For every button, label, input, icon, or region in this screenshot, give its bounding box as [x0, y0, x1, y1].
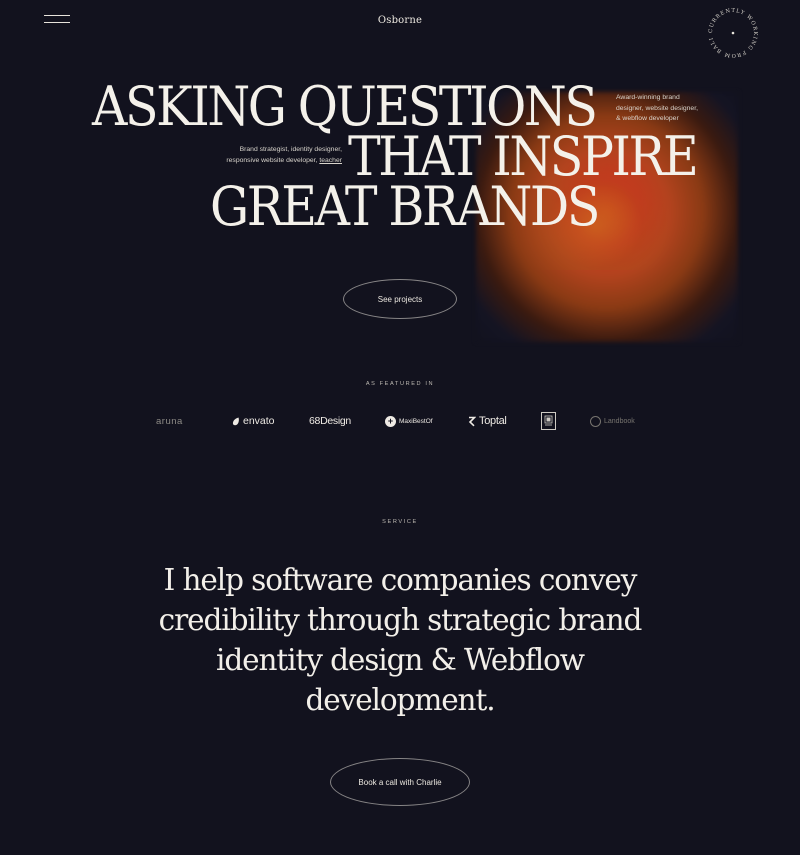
plus-icon: +	[385, 415, 396, 427]
hero-note-right-line: & webflow developer	[616, 115, 679, 122]
landbook-logo: Landbook	[590, 409, 635, 433]
featured-logos: aruna envato 68Design + MaxiBestOf Topta…	[150, 409, 650, 433]
aruna-logo-text: aruna	[156, 415, 183, 427]
envato-logo: envato	[232, 409, 275, 433]
toptal-mark-icon	[468, 416, 476, 427]
badge-text: CURRENTLY WORKING FROM BALI ·	[702, 2, 757, 58]
service-label: SERVICE	[382, 519, 418, 525]
68design-logo-text: 68Design	[309, 415, 351, 427]
hero-note-left-line: Brand strategist, identity designer,	[239, 146, 342, 153]
maxibestof-logo-text: MaxiBestOf	[399, 417, 433, 425]
hero-headline-line-3: GREAT BRANDS	[210, 175, 600, 239]
see-projects-button[interactable]: See projects	[343, 279, 457, 319]
seal-logo	[541, 409, 559, 433]
toptal-logo-text: Toptal	[479, 415, 507, 427]
featured-label: AS FEATURED IN	[365, 381, 435, 387]
book-call-button[interactable]: Book a call with Charlie	[330, 758, 470, 806]
service-statement: I help software companies convey credibi…	[158, 563, 643, 717]
maxibestof-logo: + MaxiBestOf	[385, 409, 433, 433]
landbook-icon	[590, 415, 601, 427]
teacher-link[interactable]: teacher	[319, 157, 342, 164]
hero-note-right-line: Award-winning brand	[616, 94, 680, 101]
envato-logo-text: envato	[243, 415, 275, 427]
seal-icon	[541, 412, 556, 430]
hero-note-right: Award-winning brand designer, website de…	[616, 93, 726, 125]
aruna-logo: aruna	[156, 409, 183, 433]
leaf-icon	[232, 417, 240, 426]
68design-logo: 68Design	[309, 409, 351, 433]
hero-note-left-text: responsive website developer,	[226, 156, 318, 164]
landbook-logo-text: Landbook	[604, 417, 635, 425]
site-logo[interactable]: Osborne	[0, 15, 800, 26]
location-badge: CURRENTLY WORKING FROM BALI ·	[702, 2, 758, 58]
hero-note-left-line: responsive website developer, teacher	[210, 156, 342, 167]
badge-dot	[731, 31, 735, 35]
hero-note-left: Brand strategist, identity designer, res…	[210, 145, 342, 166]
hero-note-right-line: designer, website designer,	[616, 104, 698, 112]
toptal-logo: Toptal	[468, 409, 507, 433]
svg-text:CURRENTLY WORKING FROM BALI ·: CURRENTLY WORKING FROM BALI ·	[702, 2, 758, 58]
